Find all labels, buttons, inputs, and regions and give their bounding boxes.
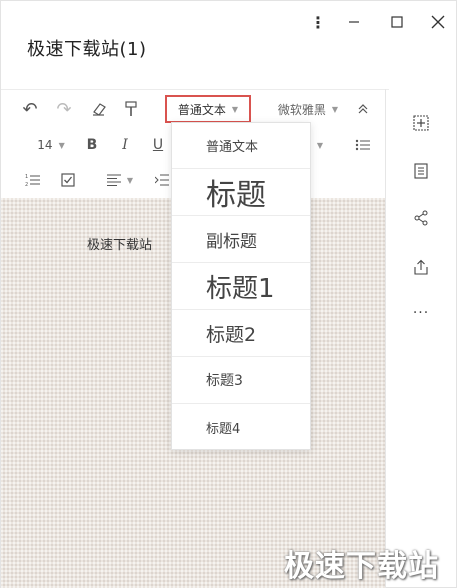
minimize-button[interactable]: [341, 11, 367, 33]
document-info-button[interactable]: [405, 155, 437, 187]
export-icon: [414, 259, 428, 275]
undo-button[interactable]: ↶: [17, 94, 43, 124]
align-select[interactable]: ▼: [105, 165, 135, 195]
format-painter-button[interactable]: [119, 94, 143, 124]
underline-button[interactable]: U: [147, 130, 169, 160]
paragraph-style-value: 普通文本: [177, 102, 226, 117]
chevron-down-icon: ▼: [231, 104, 239, 114]
checkbox-icon: [61, 173, 75, 187]
indent-button[interactable]: [153, 165, 171, 195]
double-chevron-up-icon: [358, 104, 368, 114]
collapse-toolbar-button[interactable]: [351, 94, 375, 124]
chevron-down-icon: ▼: [316, 140, 324, 150]
watermark: 极速下载站: [284, 549, 439, 584]
style-menu-item[interactable]: 普通文本: [172, 123, 310, 169]
italic-label: I: [122, 137, 128, 153]
paragraph-style-menu: 普通文本 标题 副标题 标题1 标题2 标题3 标题4: [171, 122, 311, 450]
maximize-icon: [391, 16, 403, 28]
eraser-icon: [93, 103, 106, 116]
svg-text:2: 2: [25, 182, 28, 187]
more-options-icon[interactable]: ⋮: [305, 11, 331, 33]
style-menu-item[interactable]: 标题2: [172, 310, 310, 357]
close-icon: [431, 15, 445, 29]
paint-roller-icon: [125, 101, 137, 116]
add-box-icon: [413, 115, 429, 131]
export-button[interactable]: [405, 251, 437, 283]
document-text[interactable]: 极速下载站: [87, 234, 152, 253]
font-size-value: 14: [37, 138, 53, 152]
sidebar-divider: [385, 89, 386, 588]
share-button[interactable]: [405, 202, 437, 234]
chevron-down-icon: ▼: [58, 140, 65, 150]
app-window: 极速下载站(1) ⋮ ↶ ↷ 普通文本 ▼ 微软雅黑 ▼ 14 ▼ B I U …: [0, 0, 457, 588]
indent-icon: [155, 174, 169, 186]
style-menu-item[interactable]: 副标题: [172, 216, 310, 263]
italic-button[interactable]: I: [114, 130, 136, 160]
window-title: 极速下载站(1): [27, 39, 147, 60]
title-divider: [1, 89, 389, 90]
bold-label: B: [86, 137, 98, 153]
style-menu-item[interactable]: 标题: [172, 169, 310, 216]
undo-icon: ↶: [22, 98, 38, 120]
numbered-list-icon: 12: [25, 174, 40, 187]
close-button[interactable]: [425, 11, 451, 33]
insert-button[interactable]: [405, 107, 437, 139]
svg-text:1: 1: [25, 174, 28, 180]
chevron-down-icon: ▼: [331, 104, 339, 114]
document-icon: [414, 163, 428, 179]
chevron-down-icon: ▼: [126, 175, 134, 185]
bullet-list-button[interactable]: [351, 130, 375, 160]
style-menu-item[interactable]: 标题1: [172, 263, 310, 310]
more-icon: ···: [412, 305, 430, 321]
eraser-button[interactable]: [87, 94, 111, 124]
maximize-button[interactable]: [384, 11, 410, 33]
checklist-button[interactable]: [56, 165, 80, 195]
align-left-icon: [106, 174, 121, 186]
bullet-list-icon: [355, 139, 370, 151]
more-format-dropdown[interactable]: ▼: [313, 130, 327, 160]
style-menu-item[interactable]: 标题3: [172, 357, 310, 404]
share-icon: [414, 210, 428, 226]
underline-label: U: [152, 137, 164, 153]
style-menu-item[interactable]: 标题4: [172, 404, 310, 450]
more-button[interactable]: ···: [405, 297, 437, 329]
numbered-list-button[interactable]: 12: [21, 165, 45, 195]
toolbar-row-1: ↶ ↷ 普通文本 ▼ 微软雅黑 ▼: [1, 94, 389, 124]
redo-icon: ↷: [56, 98, 72, 120]
font-family-select[interactable]: 微软雅黑 ▼: [273, 94, 343, 124]
font-size-select[interactable]: 14 ▼: [31, 130, 71, 160]
bold-button[interactable]: B: [81, 130, 103, 160]
font-family-value: 微软雅黑: [277, 102, 326, 117]
paragraph-style-select[interactable]: 普通文本 ▼: [165, 95, 251, 123]
redo-button[interactable]: ↷: [51, 94, 77, 124]
minimize-icon: [349, 21, 359, 23]
